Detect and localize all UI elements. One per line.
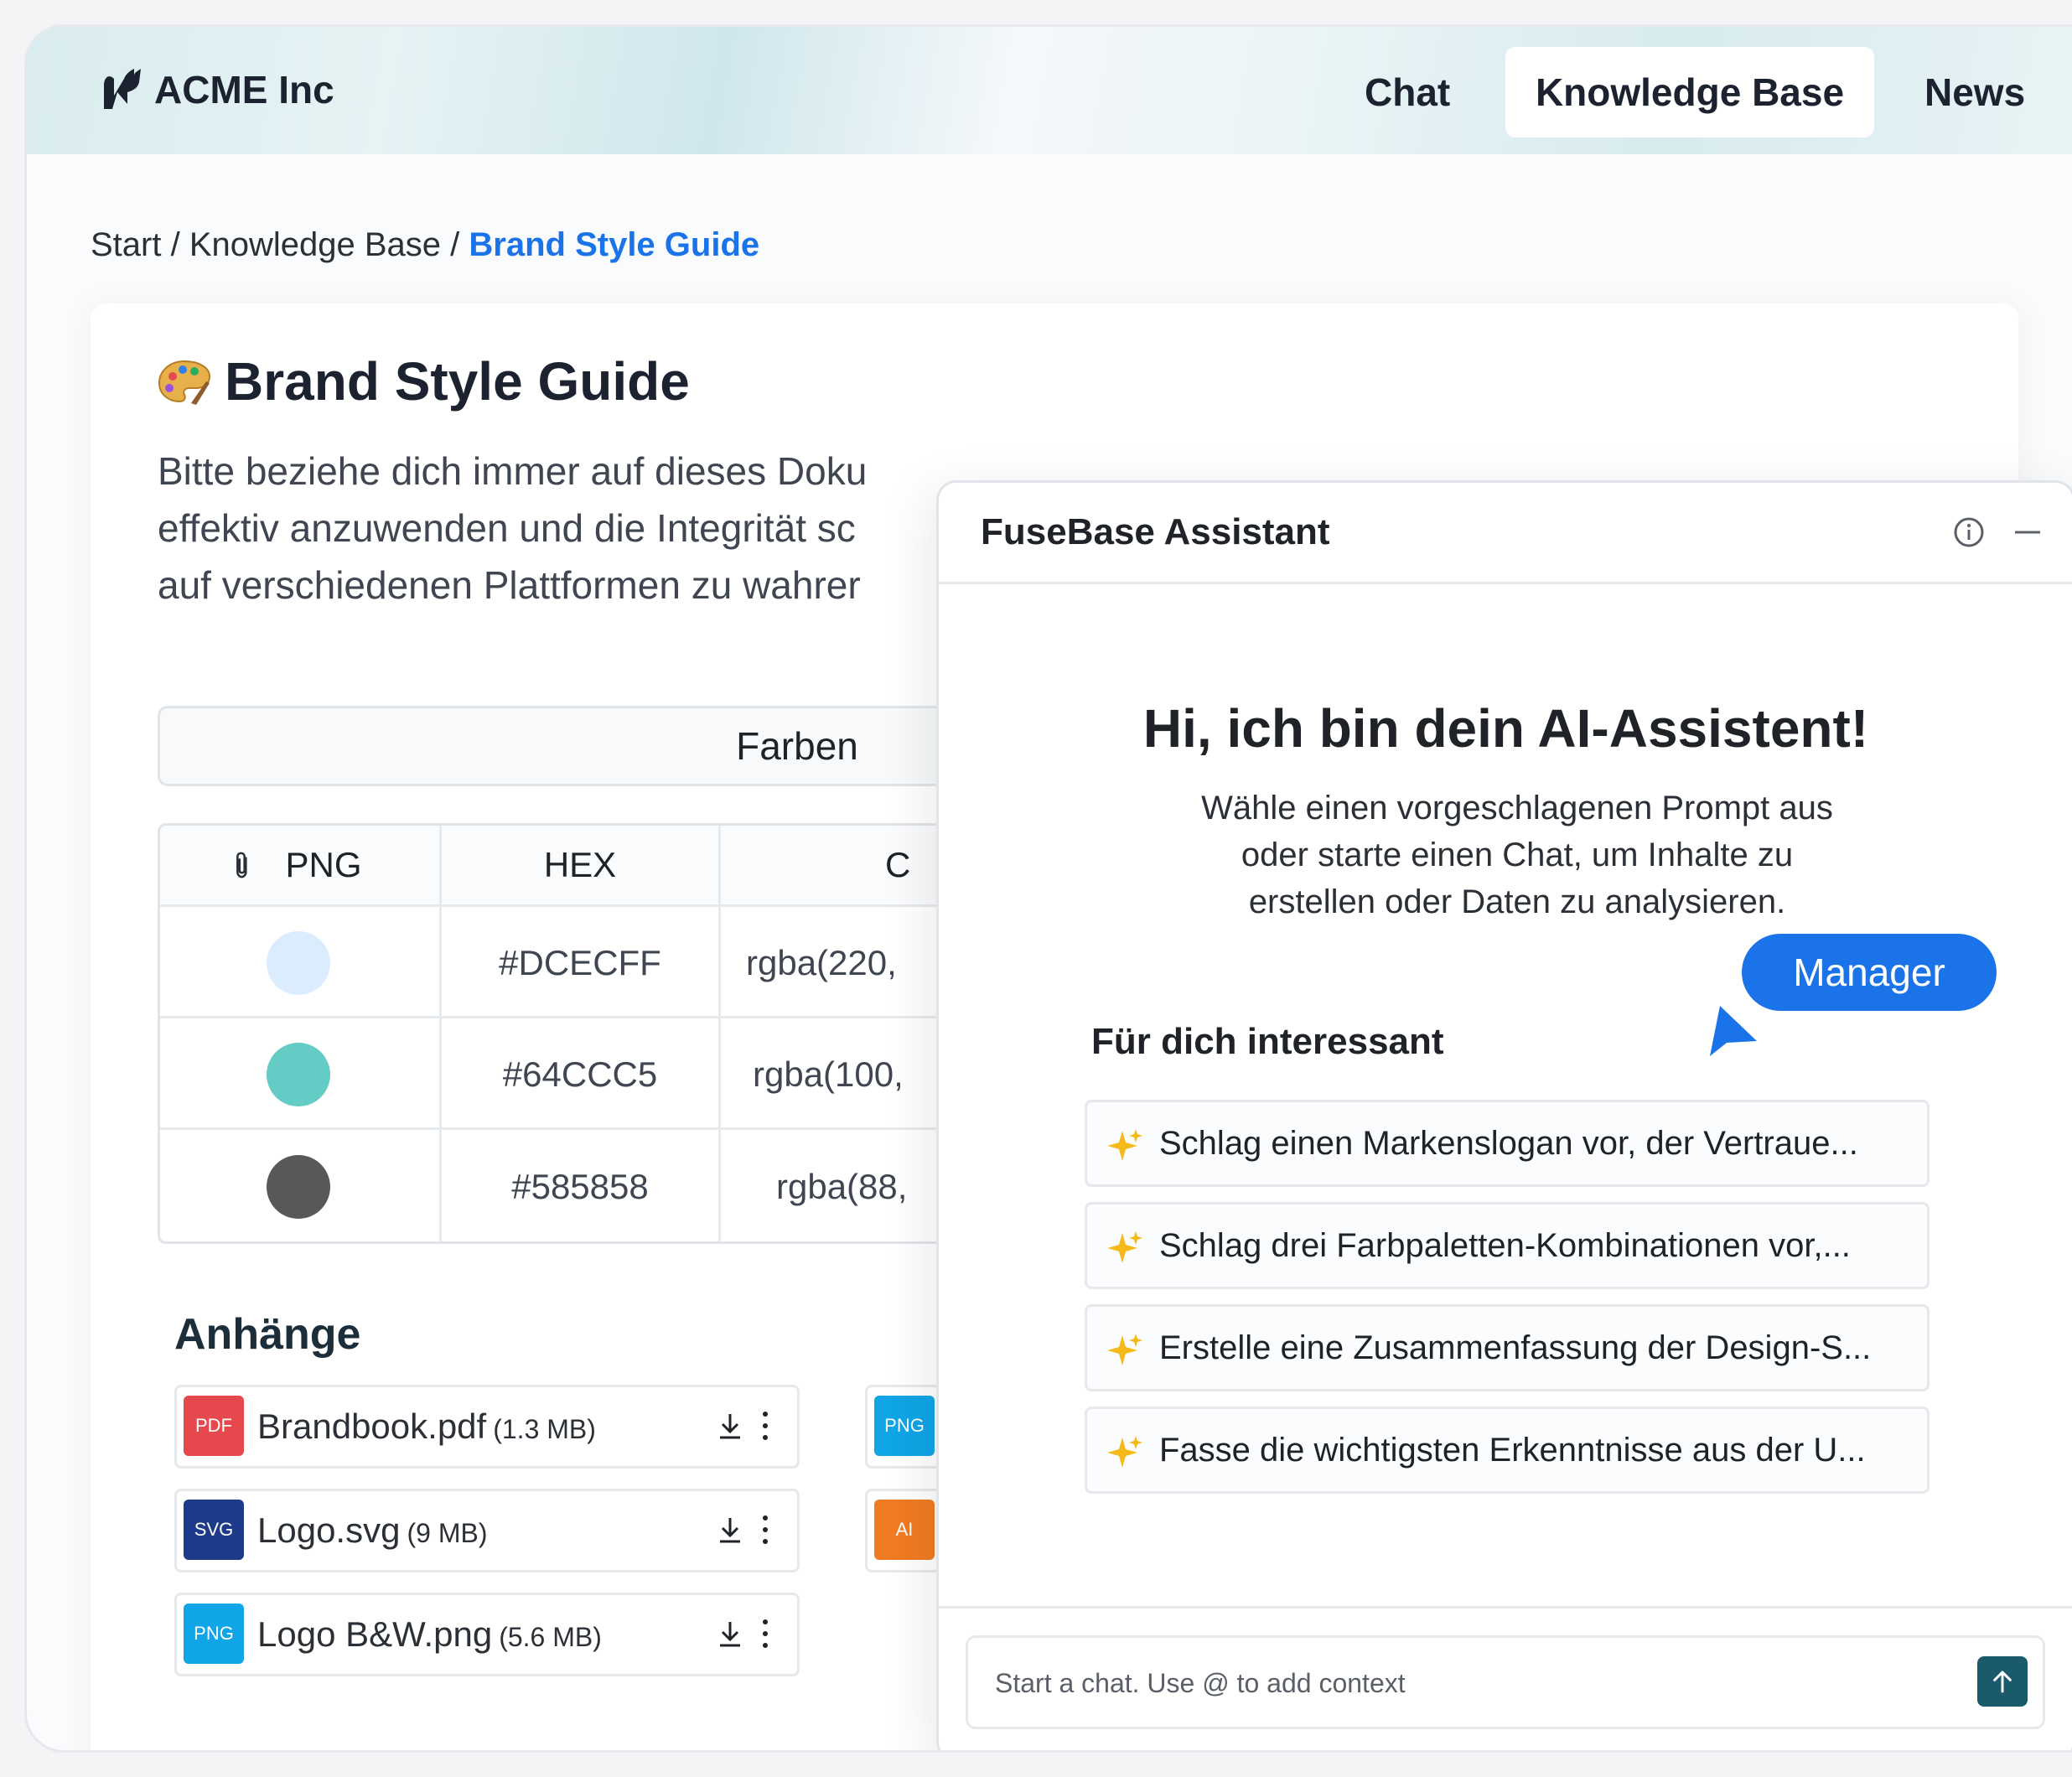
attachment-name: Logo B&W.png (5.6 MB)	[257, 1614, 602, 1654]
breadcrumb-separator: /	[161, 226, 189, 263]
nav-news[interactable]: News	[1924, 47, 2025, 137]
header-png: PNG	[160, 826, 437, 904]
attachment-name: Brandbook.pdf (1.3 MB)	[257, 1407, 596, 1446]
sparkle-icon	[1107, 1231, 1142, 1263]
png-badge-icon: PNG	[184, 1603, 244, 1664]
more-vertical-icon[interactable]	[755, 1511, 775, 1548]
top-header: ACME Inc Chat Knowledge Base News	[27, 27, 2072, 154]
paperclip-icon	[236, 852, 248, 878]
logo[interactable]: ACME Inc	[101, 67, 334, 112]
assistant-panel: FuseBase Assistant Hi, ich bin dein AI-A…	[936, 480, 2072, 1750]
assistant-greeting: Hi, ich bin dein AI-Assistent!	[1142, 698, 1869, 759]
prompt-text: Schlag einen Markenslogan vor, der Vertr…	[1159, 1125, 1858, 1162]
palette-icon	[158, 360, 211, 405]
color-swatch	[267, 1155, 330, 1219]
attachment-item[interactable]: PDF Brandbook.pdf (1.3 MB)	[174, 1385, 800, 1469]
attachment-name: Logo.svg (9 MB)	[257, 1510, 488, 1550]
download-icon[interactable]	[713, 1513, 747, 1546]
ai-badge-icon: AI	[874, 1500, 935, 1560]
attachment-item[interactable]: PNG Logo B&W.png (5.6 MB)	[174, 1593, 800, 1676]
suggested-prompt[interactable]: Schlag einen Markenslogan vor, der Vertr…	[1085, 1100, 1930, 1187]
breadcrumb-current: Brand Style Guide	[469, 226, 760, 263]
sparkle-icon	[1107, 1129, 1142, 1161]
send-button[interactable]	[1977, 1656, 2028, 1707]
suggestions-title: Für dich interessant	[1091, 1021, 1444, 1062]
logo-text: ACME Inc	[154, 68, 334, 111]
prompt-text: Schlag drei Farbpaletten-Kombinationen v…	[1159, 1227, 1851, 1264]
footer-divider	[939, 1606, 2072, 1609]
svg-badge-icon: SVG	[184, 1500, 244, 1560]
suggested-prompt[interactable]: Erstelle eine Zusammenfassung der Design…	[1085, 1304, 1930, 1391]
attachments-title: Anhänge	[174, 1310, 361, 1359]
sparkle-icon	[1107, 1334, 1142, 1365]
minimize-icon[interactable]	[2012, 516, 2044, 548]
acme-logo-icon	[104, 69, 141, 109]
page-title: Brand Style Guide	[158, 350, 690, 412]
pdf-badge-icon: PDF	[184, 1396, 244, 1456]
assistant-title: FuseBase Assistant	[981, 511, 1330, 552]
more-vertical-icon[interactable]	[755, 1407, 775, 1444]
color-swatch	[267, 1042, 330, 1106]
suggested-prompt[interactable]: Fasse die wichtigsten Erkenntnisse aus d…	[1085, 1407, 1930, 1494]
download-icon[interactable]	[713, 1617, 747, 1650]
header-hex: HEX	[439, 826, 718, 904]
info-icon[interactable]	[1953, 516, 1985, 548]
hex-value: #DCECFF	[439, 907, 718, 1018]
nav-chat[interactable]: Chat	[1365, 47, 1450, 137]
chat-input-box	[966, 1635, 2045, 1729]
breadcrumb: Start / Knowledge Base / Brand Style Gui…	[91, 226, 759, 264]
more-vertical-icon[interactable]	[755, 1615, 775, 1652]
hex-value: #64CCC5	[439, 1018, 718, 1130]
breadcrumb-separator: /	[441, 226, 469, 263]
manager-badge: Manager	[1742, 934, 1997, 1011]
breadcrumb-knowledge-base[interactable]: Knowledge Base	[189, 226, 441, 263]
download-icon[interactable]	[713, 1409, 747, 1443]
breadcrumb-start[interactable]: Start	[91, 226, 161, 263]
sparkle-icon	[1107, 1436, 1142, 1468]
hex-value: #585858	[439, 1130, 718, 1241]
prompt-text: Fasse die wichtigsten Erkenntnisse aus d…	[1159, 1432, 1866, 1469]
assistant-subtitle: Wähle einen vorgeschlagenen Prompt aus o…	[1201, 790, 1833, 920]
assistant-header: FuseBase Assistant	[939, 483, 2072, 584]
prompt-text: Erstelle eine Zusammenfassung der Design…	[1159, 1329, 1872, 1366]
cursor-pointer-icon	[1710, 1006, 1757, 1056]
color-swatch	[267, 930, 330, 995]
attachment-item[interactable]: SVG Logo.svg (9 MB)	[174, 1489, 800, 1572]
arrow-up-icon	[1993, 1671, 2012, 1693]
chat-input[interactable]	[993, 1638, 1919, 1728]
app-window: ACME Inc Chat Knowledge Base News Start …	[27, 27, 2072, 1750]
png-badge-icon: PNG	[874, 1396, 935, 1456]
document-title: Brand Style Guide	[225, 351, 690, 412]
nav-knowledge-base[interactable]: Knowledge Base	[1505, 47, 1874, 137]
suggested-prompt[interactable]: Schlag drei Farbpaletten-Kombinationen v…	[1085, 1202, 1930, 1289]
